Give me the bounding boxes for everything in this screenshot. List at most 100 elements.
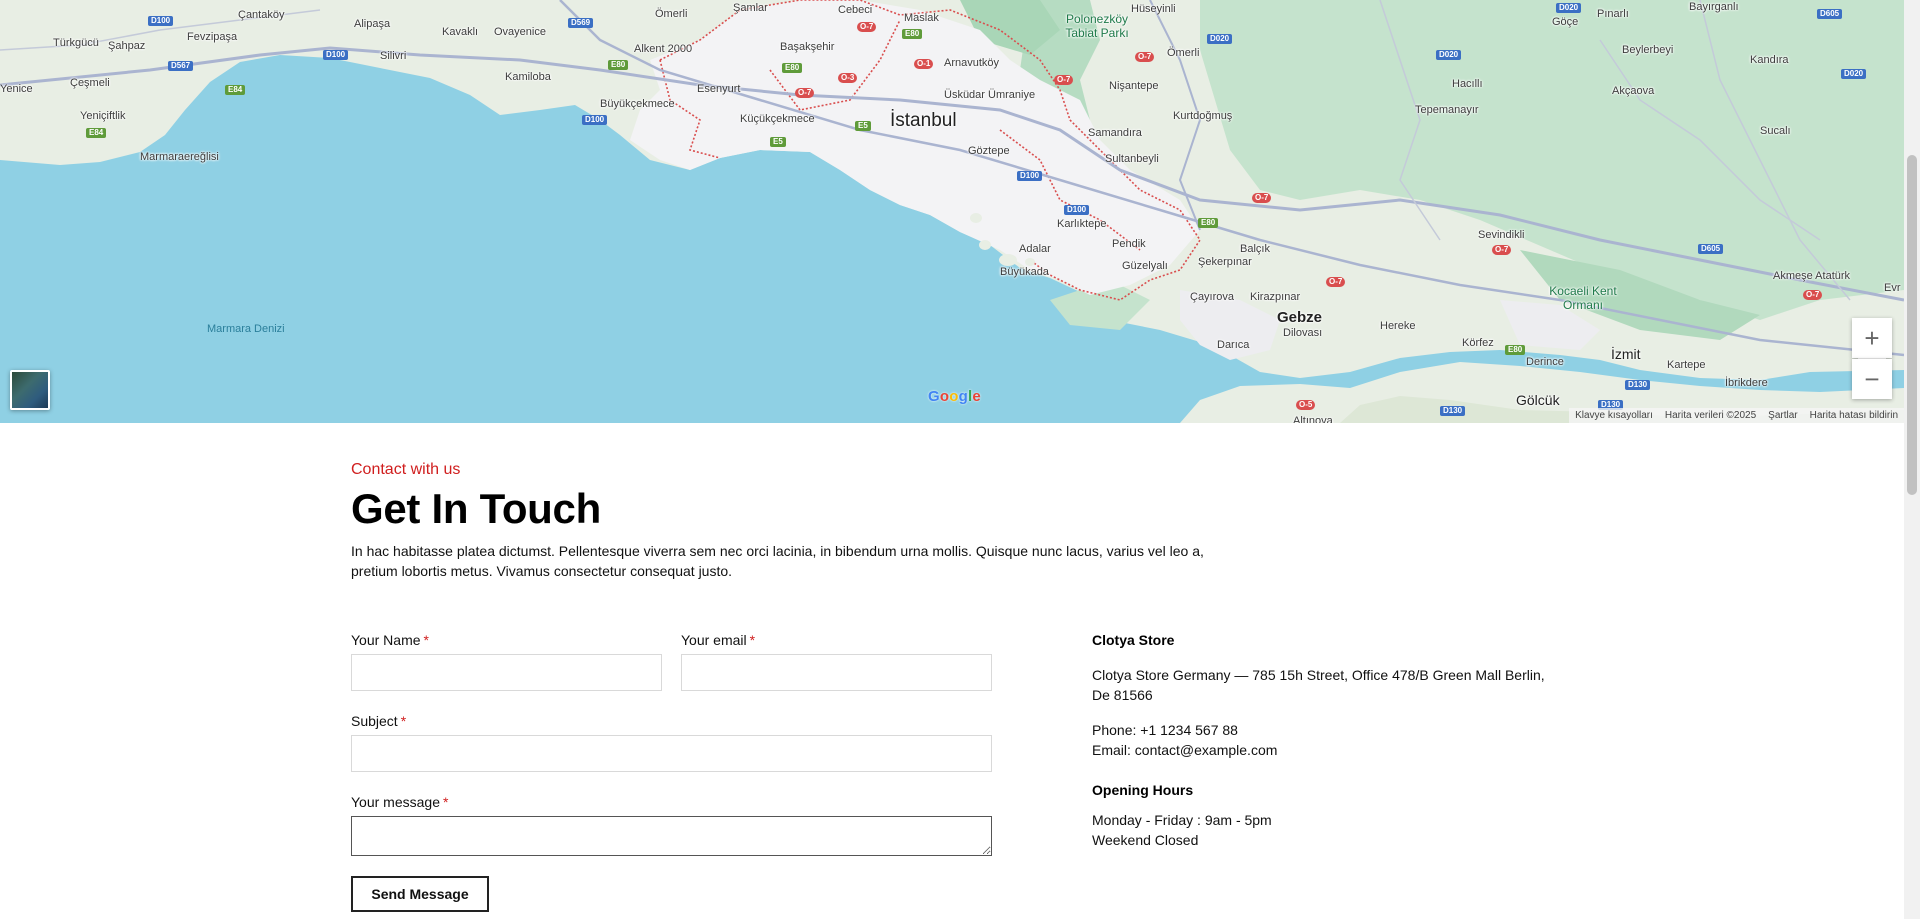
map-label-place: Çeşmeli [70,77,110,89]
name-input[interactable] [351,654,662,691]
email-label: Your email * [681,632,755,648]
map-label-place: Beylerbeyi [1622,44,1674,56]
road-shield: O-7 [1135,52,1155,62]
map-label-place: Şamlar [733,2,768,14]
message-label-text: Your message [351,794,440,810]
map-label-place: Kamiloba [505,71,551,83]
map-label-gebze: Gebze [1277,309,1323,326]
plus-icon: + [1864,323,1880,353]
road-shield: D020 [1207,34,1233,44]
map-label-place: Ömerli [655,8,688,20]
intro-text: In hac habitasse platea dictumst. Pellen… [351,543,1204,579]
road-shield: D100 [148,16,174,26]
map-label-izmit: İzmit [1611,346,1641,362]
required-mark: * [749,632,756,648]
email-label-text: Your email [681,632,747,648]
road-shield: D100 [1017,171,1043,181]
message-textarea[interactable] [351,816,992,856]
map-label-polonezkoy: Polonezköy Tabiat Parkı [1065,12,1129,40]
scrollbar-thumb[interactable] [1907,155,1917,495]
road-shield: D605 [1698,244,1724,254]
required-mark: * [400,713,407,729]
zoom-out-button[interactable]: − [1852,359,1892,399]
road-shield: D100 [582,115,608,125]
map-label-place: Güzelyalı [1122,260,1168,272]
page-scrollbar[interactable] [1904,0,1920,919]
terms-link[interactable]: Şartlar [1762,410,1803,421]
map-label-place: Pınarlı [1597,8,1629,20]
map-label-place: Ömerli [1167,47,1200,59]
name-label-text: Your Name [351,632,421,648]
road-shield: O-3 [838,73,858,83]
map-label-place: Akçaova [1612,85,1655,97]
map-label-place: Arnavutköy [944,57,1000,69]
map-label-place: Körfez [1462,337,1494,349]
map-label-place: Derince [1526,356,1564,368]
road-shield: E84 [225,85,246,95]
road-shield: O-7 [1054,75,1074,85]
road-shield: O-7 [1492,245,1512,255]
road-shield: O-7 [1252,193,1272,203]
map-label-place: Adalar [1019,243,1051,255]
map-label-place: Esenyurt [697,83,741,95]
map-label-place: İbrikdere [1725,377,1768,389]
map-label-place: Küçükçekmece [740,113,815,125]
required-mark: * [423,632,429,648]
road-shield: D605 [1817,9,1843,19]
subject-input[interactable] [351,735,992,772]
map-label-place: Silivri [380,50,407,62]
hours-weekend: Weekend Closed [1092,832,1199,848]
road-shield: D130 [1440,406,1466,416]
map-label-place: Akmeşe Atatürk [1773,270,1851,282]
map-label-place: Fevzipaşa [187,31,238,43]
keyboard-shortcuts-link[interactable]: Klavye kısayolları [1569,410,1659,421]
map-label-place: Büyükçekmece [600,98,675,110]
map-label-place: Nişantepe [1109,80,1159,92]
road-shield: D567 [168,61,194,71]
road-shield: O-7 [1326,277,1346,287]
map-label-place: Çayırova [1190,291,1235,303]
map-label-kocaeli-kent: Kocaeli Kent Ormanı [1549,284,1617,312]
map-label-place: Ovayenice [494,26,546,38]
map-label-place: Şahpaz [108,40,146,52]
message-label: Your message * [351,794,448,810]
map-label-place: Kurtdoğmuş [1173,110,1233,122]
map-label-place: Hüseyinli [1131,3,1176,15]
road-shield: E80 [782,63,803,73]
map-label-place: Sultanbeyli [1105,153,1159,165]
map-label-place: Çantaköy [238,9,285,21]
required-mark: * [442,794,449,810]
hours-weekdays: Monday - Friday : 9am - 5pm [1092,812,1272,828]
map-label-place: Balçık [1240,243,1270,255]
road-shield: E80 [1198,218,1219,228]
map-label-place: Kartepe [1667,359,1706,371]
road-shield: D020 [1556,3,1582,13]
store-email: Email: contact@example.com [1092,742,1278,758]
subject-label-text: Subject [351,713,398,729]
road-shield: D020 [1841,69,1867,79]
map-label-place: Hereke [1380,320,1416,332]
map-embed[interactable]: İstanbul Gebze İzmit Gölcük Marmara Deni… [0,0,1904,423]
name-label: Your Name * [351,632,429,648]
send-message-button[interactable]: Send Message [351,876,489,912]
zoom-in-button[interactable]: + [1852,318,1892,358]
email-input[interactable] [681,654,992,691]
road-shield: E5 [855,121,871,131]
map-label-place: Bayırganlı [1689,1,1739,13]
map-label-place: Yeniçiftlik [80,110,126,122]
map-label-place: Pendik [1112,238,1146,250]
road-shield: E80 [1505,345,1526,355]
report-error-link[interactable]: Harita hatası bildirin [1804,410,1904,421]
map-label-place: Darıca [1217,339,1250,351]
map-label-place: Tepemanayır [1415,104,1479,116]
map-label-place: Şekerpınar [1198,256,1252,268]
map-label-place: Sucalı [1760,125,1791,137]
subject-label: Subject * [351,713,406,729]
map-label-place: Üsküdar Ümraniye [944,89,1036,101]
map-label-place: Kavaklı [442,26,479,38]
map-label-place: Sevindikli [1478,229,1525,241]
map-label-place: Kandıra [1750,54,1789,66]
map-label-golcuk: Gölcük [1516,392,1560,408]
road-shield: D130 [1625,380,1651,390]
satellite-view-toggle[interactable] [10,370,50,410]
